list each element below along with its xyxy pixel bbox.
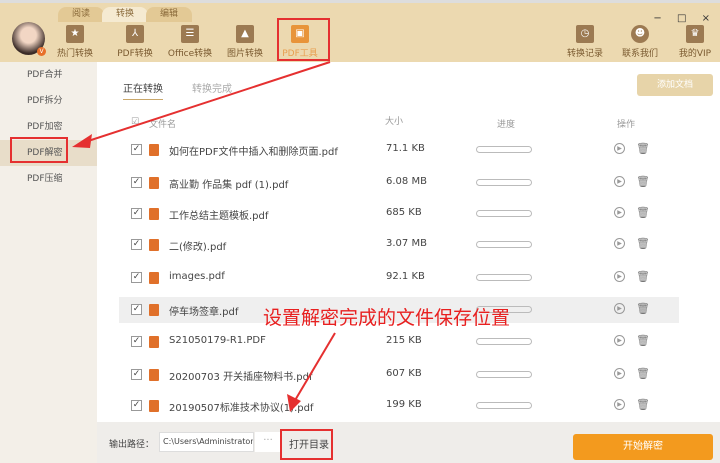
annotation-arrows [72,61,336,412]
annotation-text: 设置解密完成的文件保存位置 [263,307,511,329]
